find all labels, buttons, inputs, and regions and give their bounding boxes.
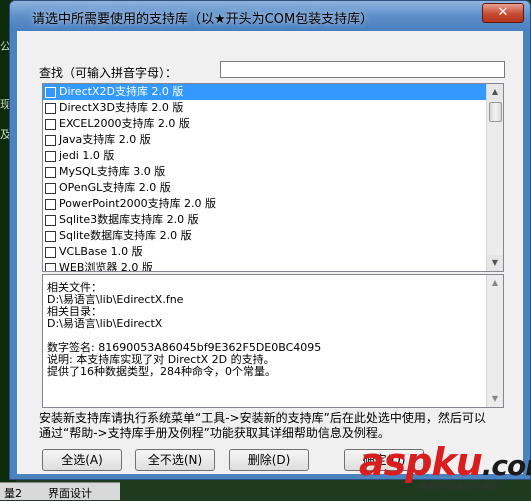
- library-checkbox[interactable]: [45, 183, 56, 194]
- select-none-button[interactable]: 全不选(N): [135, 449, 215, 471]
- library-checkbox[interactable]: [45, 87, 56, 98]
- search-label: 查找（可输入拼音字母）：: [39, 66, 178, 80]
- library-item-label: EXCEL2000支持库 2.0 版: [59, 117, 190, 130]
- library-select-dialog: 请选中所需要使用的支持库（以★开头为COM包装支持库） ✕ 查找（可输入拼音字母…: [9, 0, 531, 480]
- dialog-titlebar[interactable]: 请选中所需要使用的支持库（以★开头为COM包装支持库） ✕: [10, 1, 530, 31]
- library-list-item[interactable]: EXCEL2000支持库 2.0 版: [43, 116, 503, 132]
- library-list-scrollbar[interactable]: ▲ ▼: [486, 84, 503, 271]
- library-checkbox[interactable]: [45, 135, 56, 146]
- dialog-client-area: 查找（可输入拼音字母）： DirectX2D支持库 2.0 版 DirectX3D…: [17, 31, 523, 474]
- library-item-label: OPenGL支持库 2.0 版: [59, 181, 171, 194]
- library-item-label: MySQL支持库 3.0 版: [59, 165, 166, 178]
- info-box-scrollbar[interactable]: ▲ ▼: [486, 275, 503, 407]
- library-item-label: WEB浏览器 2.0 版: [59, 261, 153, 272]
- library-item-label: PowerPoint2000支持库 2.0 版: [59, 197, 217, 210]
- background-tab-bar: 量2 界面设计: [0, 482, 120, 500]
- library-list-item[interactable]: WEB浏览器 2.0 版: [43, 260, 503, 272]
- site-watermark-logo: aspku.com 免费网站源码下载站: [359, 440, 531, 493]
- library-list-item[interactable]: Sqlite数据库支持库 2.0 版: [43, 228, 503, 244]
- scroll-up-icon[interactable]: ▲: [487, 84, 503, 100]
- scroll-thumb[interactable]: [489, 102, 502, 122]
- library-checkbox[interactable]: [45, 167, 56, 178]
- library-list-item[interactable]: DirectX3D支持库 2.0 版: [43, 100, 503, 116]
- library-checkbox[interactable]: [45, 119, 56, 130]
- library-checkbox[interactable]: [45, 215, 56, 226]
- info-dir-path: D:\易语言\lib\EdirectX: [47, 317, 163, 330]
- close-button[interactable]: ✕: [482, 3, 524, 23]
- library-item-label: Sqlite数据库支持库 2.0 版: [59, 229, 192, 242]
- library-item-label: VCLBase 1.0 版: [59, 245, 143, 258]
- library-item-label: DirectX3D支持库 2.0 版: [59, 101, 184, 114]
- library-checkbox[interactable]: [45, 247, 56, 258]
- scroll-up-icon[interactable]: ▲: [487, 275, 503, 291]
- delete-button[interactable]: 删除(D): [229, 449, 309, 471]
- scroll-down-icon[interactable]: ▼: [487, 255, 503, 271]
- library-checkbox[interactable]: [45, 263, 56, 271]
- select-all-button[interactable]: 全选(A): [42, 449, 122, 471]
- close-icon: ✕: [497, 5, 509, 20]
- hint-text-line-2: 通过“帮助->支持库手册及例程”功能获取其详细帮助信息及例程。: [39, 426, 390, 440]
- library-item-label: jedi 1.0 版: [59, 149, 115, 162]
- library-list-items: DirectX2D支持库 2.0 版 DirectX3D支持库 2.0 版 EXCE…: [43, 84, 503, 272]
- search-input[interactable]: [220, 61, 505, 78]
- dialog-title: 请选中所需要使用的支持库（以★开头为COM包装支持库）: [32, 12, 374, 27]
- library-list[interactable]: DirectX2D支持库 2.0 版 DirectX3D支持库 2.0 版 EXCE…: [42, 83, 504, 272]
- library-item-label: Java支持库 2.0 版: [59, 133, 151, 146]
- info-description-stats: 提供了16种数据类型，284种命令，0个常量。: [47, 365, 276, 378]
- library-info-box[interactable]: 相关文件： D:\易语言\lib\EdirectX.fne 相关目录： D:\易…: [42, 274, 504, 408]
- library-item-label: Sqlite3数据库支持库 2.0 版: [59, 213, 199, 226]
- scroll-down-icon[interactable]: ▼: [487, 391, 503, 407]
- library-checkbox[interactable]: [45, 231, 56, 242]
- library-list-item[interactable]: MySQL支持库 3.0 版: [43, 164, 503, 180]
- library-item-label: DirectX2D支持库 2.0 版: [59, 85, 184, 98]
- library-list-item[interactable]: OPenGL支持库 2.0 版: [43, 180, 503, 196]
- library-checkbox[interactable]: [45, 151, 56, 162]
- library-list-item[interactable]: VCLBase 1.0 版: [43, 244, 503, 260]
- library-list-item[interactable]: Java支持库 2.0 版: [43, 132, 503, 148]
- library-list-item[interactable]: PowerPoint2000支持库 2.0 版: [43, 196, 503, 212]
- library-checkbox[interactable]: [45, 199, 56, 210]
- library-list-item[interactable]: DirectX2D支持库 2.0 版: [43, 84, 503, 100]
- library-list-item[interactable]: Sqlite3数据库支持库 2.0 版: [43, 212, 503, 228]
- library-list-item[interactable]: jedi 1.0 版: [43, 148, 503, 164]
- library-checkbox[interactable]: [45, 103, 56, 114]
